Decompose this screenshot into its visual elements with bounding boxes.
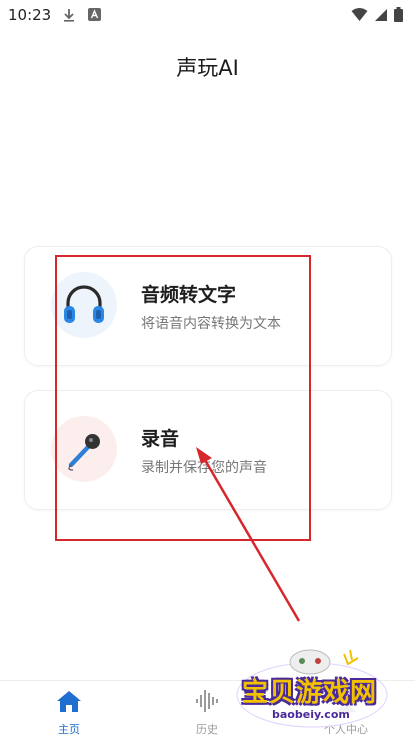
cellular-icon [375,8,387,21]
audio-to-text-card[interactable]: 音频转文字 将语音内容转换为文本 [24,246,392,366]
a-notification-icon [88,8,101,21]
annotation-arrow [196,447,301,622]
nav-label: 主页 [58,723,80,736]
status-bar: 10:23 [0,0,415,30]
card-title: 音频转文字 [141,284,237,306]
card-subtitle: 将语音内容转换为文本 [141,316,281,332]
wifi-icon [351,7,368,21]
watermark-text: 宝贝游戏网 [242,678,378,708]
card-subtitle: 录制并保存您的声音 [141,460,267,476]
card-icon-circle [51,416,117,482]
status-right-icons [351,7,403,22]
card-title: 录音 [141,428,180,450]
download-icon [64,9,74,22]
microphone-icon [68,434,100,471]
card-icon-circle [51,272,117,338]
watermark-url: baobeiy.com [272,708,350,721]
recording-card[interactable]: 录音 录制并保存您的声音 [24,390,392,510]
headphones-icon [64,285,104,323]
battery-icon [394,7,403,22]
status-time: 10:23 [8,6,52,24]
app-title: 声玩AI [176,56,239,80]
home-icon [57,691,81,712]
nav-item-home[interactable]: 主页 [0,681,138,738]
watermark: 宝贝游戏网 baobeiy.com [232,640,392,730]
waveform-icon [196,690,218,712]
